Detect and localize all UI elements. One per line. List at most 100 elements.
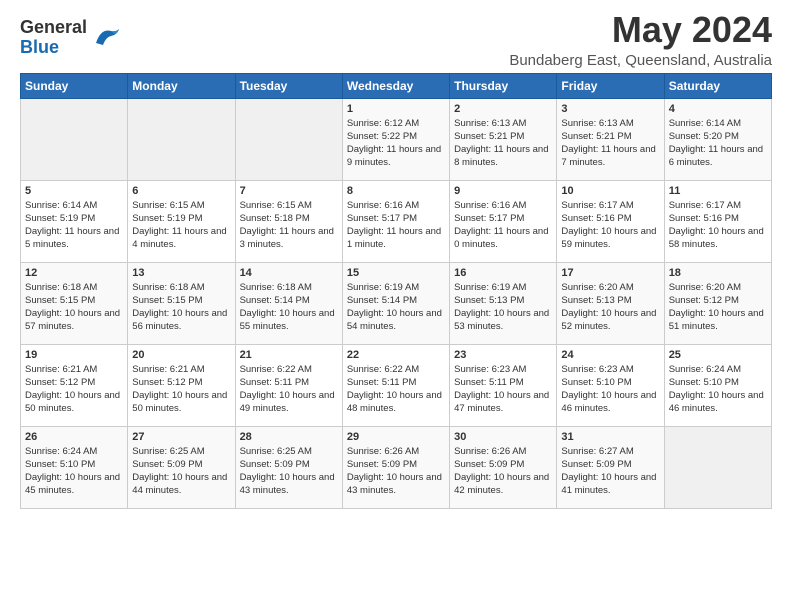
day-detail: Sunrise: 6:18 AMSunset: 5:14 PMDaylight:… (240, 281, 338, 334)
day-number: 18 (669, 267, 767, 279)
day-number: 14 (240, 267, 338, 279)
day-detail: Sunrise: 6:19 AMSunset: 5:14 PMDaylight:… (347, 281, 445, 334)
logo-general: General (20, 17, 87, 37)
month-title: May 2024 (509, 10, 772, 50)
table-row: 9 Sunrise: 6:16 AMSunset: 5:17 PMDayligh… (450, 180, 557, 262)
day-detail: Sunrise: 6:26 AMSunset: 5:09 PMDaylight:… (347, 445, 445, 498)
day-detail: Sunrise: 6:22 AMSunset: 5:11 PMDaylight:… (240, 363, 338, 416)
day-number: 23 (454, 349, 552, 361)
col-tuesday: Tuesday (235, 73, 342, 98)
day-number: 26 (25, 431, 123, 443)
day-detail: Sunrise: 6:15 AMSunset: 5:19 PMDaylight:… (132, 199, 230, 252)
table-row: 29 Sunrise: 6:26 AMSunset: 5:09 PMDaylig… (342, 426, 449, 508)
day-detail: Sunrise: 6:16 AMSunset: 5:17 PMDaylight:… (347, 199, 445, 252)
day-detail: Sunrise: 6:23 AMSunset: 5:10 PMDaylight:… (561, 363, 659, 416)
day-number: 9 (454, 185, 552, 197)
logo-blue: Blue (20, 37, 59, 57)
table-row: 21 Sunrise: 6:22 AMSunset: 5:11 PMDaylig… (235, 344, 342, 426)
calendar-week-row: 5 Sunrise: 6:14 AMSunset: 5:19 PMDayligh… (21, 180, 772, 262)
table-row: 12 Sunrise: 6:18 AMSunset: 5:15 PMDaylig… (21, 262, 128, 344)
table-row: 4 Sunrise: 6:14 AMSunset: 5:20 PMDayligh… (664, 98, 771, 180)
day-detail: Sunrise: 6:25 AMSunset: 5:09 PMDaylight:… (240, 445, 338, 498)
day-number: 16 (454, 267, 552, 279)
day-number: 17 (561, 267, 659, 279)
table-row: 16 Sunrise: 6:19 AMSunset: 5:13 PMDaylig… (450, 262, 557, 344)
col-thursday: Thursday (450, 73, 557, 98)
day-detail: Sunrise: 6:21 AMSunset: 5:12 PMDaylight:… (25, 363, 123, 416)
table-row: 11 Sunrise: 6:17 AMSunset: 5:16 PMDaylig… (664, 180, 771, 262)
day-number: 13 (132, 267, 230, 279)
day-detail: Sunrise: 6:18 AMSunset: 5:15 PMDaylight:… (132, 281, 230, 334)
table-row: 3 Sunrise: 6:13 AMSunset: 5:21 PMDayligh… (557, 98, 664, 180)
table-row (21, 98, 128, 180)
day-number: 19 (25, 349, 123, 361)
day-number: 4 (669, 103, 767, 115)
day-number: 21 (240, 349, 338, 361)
day-number: 20 (132, 349, 230, 361)
day-number: 6 (132, 185, 230, 197)
day-detail: Sunrise: 6:24 AMSunset: 5:10 PMDaylight:… (25, 445, 123, 498)
day-number: 24 (561, 349, 659, 361)
table-row: 20 Sunrise: 6:21 AMSunset: 5:12 PMDaylig… (128, 344, 235, 426)
calendar-table: Sunday Monday Tuesday Wednesday Thursday… (20, 73, 772, 509)
logo-text: General Blue (20, 18, 87, 58)
col-sunday: Sunday (21, 73, 128, 98)
day-detail: Sunrise: 6:21 AMSunset: 5:12 PMDaylight:… (132, 363, 230, 416)
day-detail: Sunrise: 6:14 AMSunset: 5:19 PMDaylight:… (25, 199, 123, 252)
table-row: 30 Sunrise: 6:26 AMSunset: 5:09 PMDaylig… (450, 426, 557, 508)
calendar-week-row: 26 Sunrise: 6:24 AMSunset: 5:10 PMDaylig… (21, 426, 772, 508)
day-detail: Sunrise: 6:17 AMSunset: 5:16 PMDaylight:… (669, 199, 767, 252)
table-row: 28 Sunrise: 6:25 AMSunset: 5:09 PMDaylig… (235, 426, 342, 508)
table-row: 5 Sunrise: 6:14 AMSunset: 5:19 PMDayligh… (21, 180, 128, 262)
day-detail: Sunrise: 6:16 AMSunset: 5:17 PMDaylight:… (454, 199, 552, 252)
day-detail: Sunrise: 6:27 AMSunset: 5:09 PMDaylight:… (561, 445, 659, 498)
day-number: 30 (454, 431, 552, 443)
logo: General Blue (20, 18, 121, 58)
day-number: 12 (25, 267, 123, 279)
table-row: 19 Sunrise: 6:21 AMSunset: 5:12 PMDaylig… (21, 344, 128, 426)
day-detail: Sunrise: 6:15 AMSunset: 5:18 PMDaylight:… (240, 199, 338, 252)
day-number: 22 (347, 349, 445, 361)
table-row: 10 Sunrise: 6:17 AMSunset: 5:16 PMDaylig… (557, 180, 664, 262)
day-number: 25 (669, 349, 767, 361)
table-row: 24 Sunrise: 6:23 AMSunset: 5:10 PMDaylig… (557, 344, 664, 426)
col-monday: Monday (128, 73, 235, 98)
calendar-week-row: 1 Sunrise: 6:12 AMSunset: 5:22 PMDayligh… (21, 98, 772, 180)
table-row: 2 Sunrise: 6:13 AMSunset: 5:21 PMDayligh… (450, 98, 557, 180)
table-row: 14 Sunrise: 6:18 AMSunset: 5:14 PMDaylig… (235, 262, 342, 344)
day-number: 1 (347, 103, 445, 115)
table-row: 22 Sunrise: 6:22 AMSunset: 5:11 PMDaylig… (342, 344, 449, 426)
day-detail: Sunrise: 6:25 AMSunset: 5:09 PMDaylight:… (132, 445, 230, 498)
calendar-week-row: 12 Sunrise: 6:18 AMSunset: 5:15 PMDaylig… (21, 262, 772, 344)
day-detail: Sunrise: 6:18 AMSunset: 5:15 PMDaylight:… (25, 281, 123, 334)
day-number: 28 (240, 431, 338, 443)
logo-bird-icon (91, 23, 121, 53)
table-row: 27 Sunrise: 6:25 AMSunset: 5:09 PMDaylig… (128, 426, 235, 508)
table-row: 13 Sunrise: 6:18 AMSunset: 5:15 PMDaylig… (128, 262, 235, 344)
day-detail: Sunrise: 6:14 AMSunset: 5:20 PMDaylight:… (669, 117, 767, 170)
day-detail: Sunrise: 6:22 AMSunset: 5:11 PMDaylight:… (347, 363, 445, 416)
table-row: 7 Sunrise: 6:15 AMSunset: 5:18 PMDayligh… (235, 180, 342, 262)
table-row: 26 Sunrise: 6:24 AMSunset: 5:10 PMDaylig… (21, 426, 128, 508)
table-row: 6 Sunrise: 6:15 AMSunset: 5:19 PMDayligh… (128, 180, 235, 262)
day-detail: Sunrise: 6:19 AMSunset: 5:13 PMDaylight:… (454, 281, 552, 334)
day-number: 11 (669, 185, 767, 197)
day-number: 5 (25, 185, 123, 197)
table-row: 8 Sunrise: 6:16 AMSunset: 5:17 PMDayligh… (342, 180, 449, 262)
table-row: 15 Sunrise: 6:19 AMSunset: 5:14 PMDaylig… (342, 262, 449, 344)
table-row (235, 98, 342, 180)
day-number: 31 (561, 431, 659, 443)
day-number: 10 (561, 185, 659, 197)
table-row (128, 98, 235, 180)
day-detail: Sunrise: 6:20 AMSunset: 5:12 PMDaylight:… (669, 281, 767, 334)
day-detail: Sunrise: 6:26 AMSunset: 5:09 PMDaylight:… (454, 445, 552, 498)
table-row: 31 Sunrise: 6:27 AMSunset: 5:09 PMDaylig… (557, 426, 664, 508)
day-number: 27 (132, 431, 230, 443)
day-detail: Sunrise: 6:13 AMSunset: 5:21 PMDaylight:… (561, 117, 659, 170)
calendar-header-row: Sunday Monday Tuesday Wednesday Thursday… (21, 73, 772, 98)
day-detail: Sunrise: 6:20 AMSunset: 5:13 PMDaylight:… (561, 281, 659, 334)
day-number: 7 (240, 185, 338, 197)
title-area: May 2024 Bundaberg East, Queensland, Aus… (509, 10, 772, 69)
day-detail: Sunrise: 6:12 AMSunset: 5:22 PMDaylight:… (347, 117, 445, 170)
day-number: 2 (454, 103, 552, 115)
